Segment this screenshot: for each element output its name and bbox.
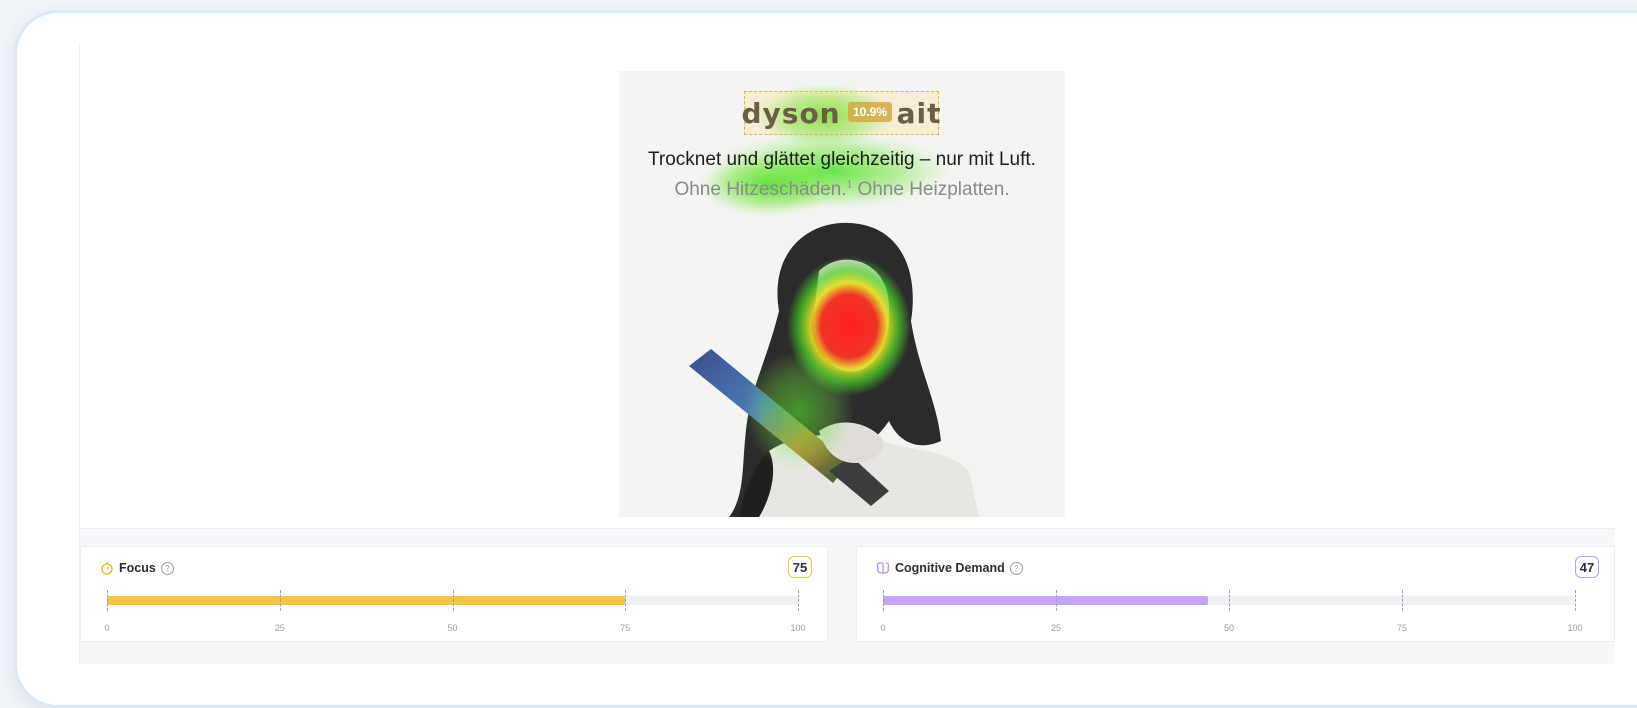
scale-tick (883, 590, 884, 611)
analysis-panel: dyson ait 10.9% Trocknet und glättet glei… (79, 43, 1615, 664)
scale-tick-label: 25 (274, 623, 285, 633)
ad-headline: Trocknet und glättet gleichzeitig – nur … (648, 149, 1036, 170)
scale-tick (798, 590, 799, 611)
scale-tick-label: 75 (620, 623, 631, 633)
cognitive-demand-label: Cognitive Demand (895, 561, 1005, 575)
cognitive-demand-metric-card: Cognitive Demand ? 47 0 25 50 75 100 (856, 546, 1615, 642)
cognitive-demand-header: Cognitive Demand ? (876, 561, 1023, 575)
focus-header: Focus ? (100, 561, 174, 575)
focus-metric-card: Focus ? 75 0 25 50 75 100 (80, 546, 828, 642)
scale-tick (452, 590, 454, 611)
heatmap-preview-area: dyson ait 10.9% Trocknet und glättet glei… (80, 43, 1615, 528)
brand-logo: dyson ait (741, 96, 942, 130)
scale-tick-label: 0 (104, 623, 110, 633)
logo-aoi-box[interactable]: dyson ait (741, 91, 942, 135)
help-circle-icon[interactable]: ? (1009, 561, 1023, 575)
attention-percentage-badge: 10.9% (848, 102, 893, 122)
brain-icon (876, 562, 890, 574)
scale-tick (1402, 590, 1403, 611)
cognitive-demand-progress-bar (883, 590, 1576, 611)
scale-tick-label: 50 (447, 623, 458, 633)
scale-tick (107, 590, 108, 611)
scale-tick-label: 100 (1567, 623, 1583, 633)
focus-score-badge: 75 (788, 556, 812, 578)
help-circle-icon[interactable]: ? (160, 561, 174, 575)
app-window: dyson ait 10.9% Trocknet und glättet glei… (14, 10, 1637, 708)
scale-tick-label: 100 (790, 623, 806, 633)
timer-icon (101, 562, 113, 575)
focus-label: Focus (119, 561, 156, 575)
scale-tick-label: 50 (1223, 623, 1235, 633)
scale-tick-label: 25 (1050, 623, 1062, 633)
scale-tick-label: 75 (1396, 623, 1408, 633)
scale-tick-label: 0 (880, 623, 886, 633)
ad-subline: Ohne Hitzeschäden.1 Ohne Heizplatten. (674, 179, 1010, 200)
scale-tick (1575, 590, 1576, 611)
scale-tick (1229, 590, 1230, 611)
scale-tick (1056, 590, 1057, 611)
scale-tick (279, 590, 281, 611)
scale-tick (625, 590, 627, 611)
cognitive-demand-score-badge: 47 (1575, 556, 1599, 578)
ad-creative-heatmap[interactable]: dyson ait 10.9% Trocknet und glättet glei… (619, 71, 1065, 517)
cognitive-demand-progress-fill (883, 596, 1209, 605)
metrics-strip: Focus ? 75 0 25 50 75 100 Cognitive Demand ? (80, 528, 1615, 664)
focus-progress-bar (107, 590, 799, 611)
focus-progress-fill (107, 596, 626, 605)
ad-artwork (689, 84, 979, 517)
